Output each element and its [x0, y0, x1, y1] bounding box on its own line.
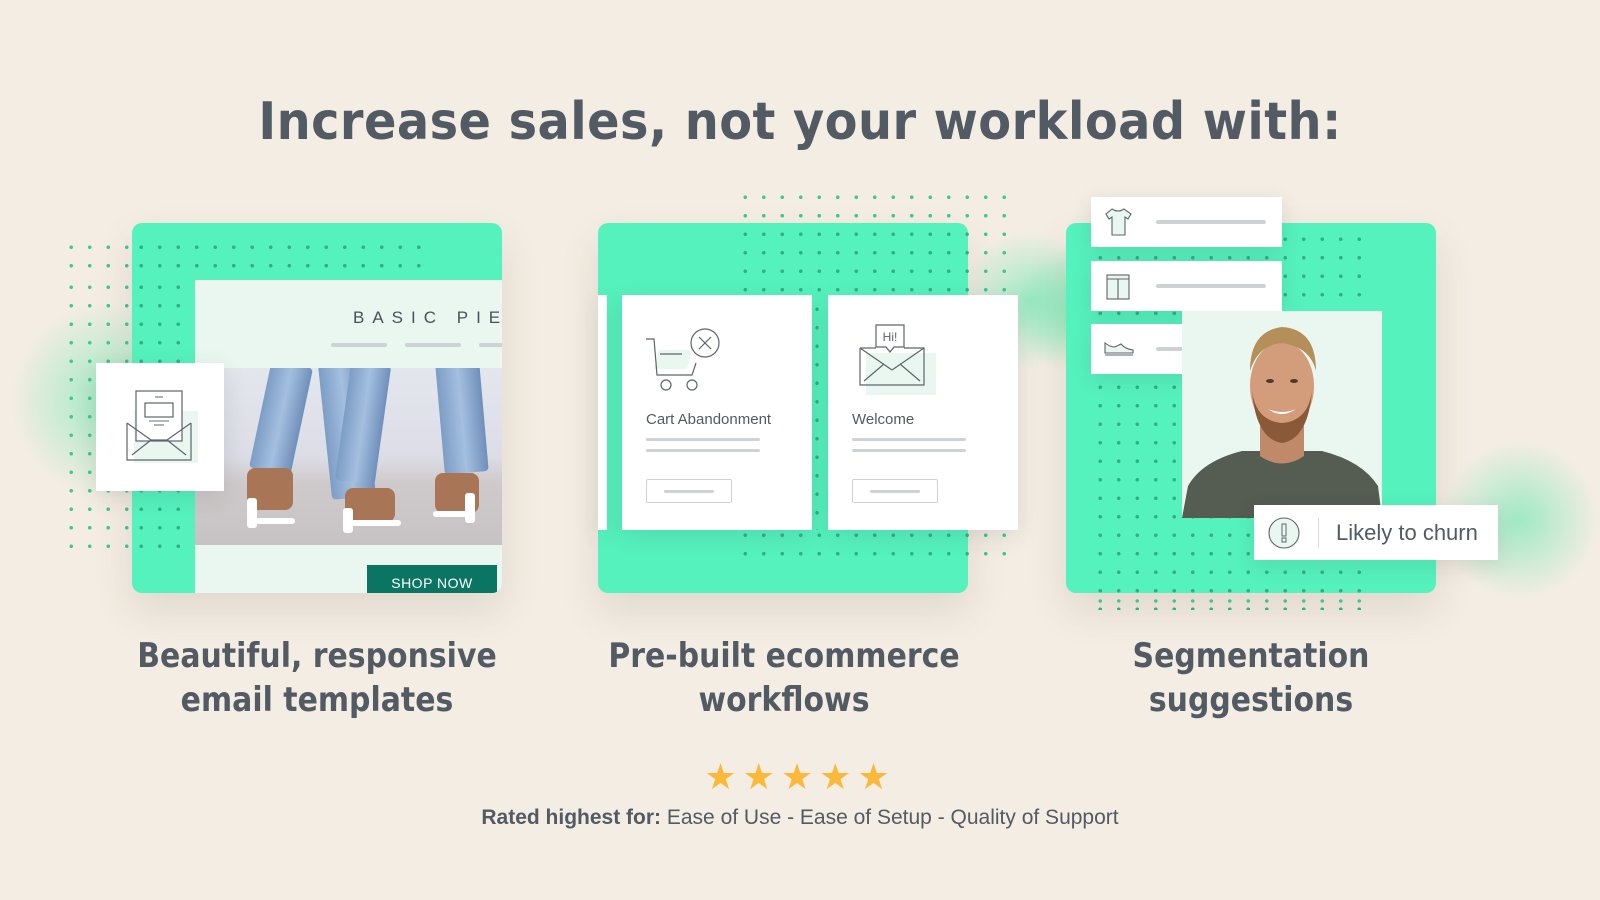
hi-bubble-text: Hi!: [883, 330, 898, 344]
shorts-icon: [1106, 274, 1130, 300]
nav-placeholder-line: [479, 343, 502, 347]
rating-summary: Rated highest for: Ease of Use - Ease of…: [0, 806, 1600, 830]
dot-pattern: [736, 225, 968, 300]
feature-label-workflows: Pre-built ecommerce workflows: [574, 634, 994, 722]
smiling-man-photo: [1182, 327, 1382, 518]
placeholder-line: [1156, 284, 1266, 288]
placeholder-line: [646, 438, 760, 441]
dot-pattern: [736, 526, 968, 566]
nav-placeholder-line: [331, 343, 387, 347]
feature-label-segmentation: Segmentation suggestions: [1041, 634, 1461, 722]
feature-label-line: suggestions: [1148, 680, 1354, 720]
workflow-button-placeholder: [852, 479, 938, 503]
workflow-card-cart-abandonment: Cart Abandonment: [622, 295, 812, 530]
rating-prefix: Rated highest for:: [481, 806, 662, 829]
sneaker-icon: [1104, 341, 1134, 356]
envelope-hi-icon: Hi!: [859, 324, 936, 395]
envelope-card: [96, 363, 224, 491]
workflow-card-welcome: Hi! Welcome: [828, 295, 1018, 530]
workflow-button-placeholder: [646, 479, 732, 503]
divider: [1318, 518, 1319, 548]
feature-label-line: workflows: [698, 680, 870, 720]
segment-row-shorts: [1091, 261, 1282, 311]
tshirt-icon: [1105, 208, 1132, 236]
alert-circle-icon: [1268, 517, 1300, 549]
feature-label-line: email templates: [180, 680, 454, 720]
page-headline: Increase sales, not your workload with:: [258, 92, 1342, 152]
cart-remove-icon: [646, 328, 720, 391]
workflow-title: Cart Abandonment: [646, 411, 772, 428]
product-photo-jeans-heels: [195, 368, 502, 545]
open-envelope-icon: [126, 390, 198, 463]
workflow-card-partial: [598, 295, 607, 530]
placeholder-line: [646, 449, 760, 452]
rating-items: Ease of Use - Ease of Setup - Quality of…: [666, 806, 1119, 829]
brand-logo-text: BASIC PIEC: [353, 308, 502, 327]
email-template-preview: BASIC PIEC SHOP NOW: [195, 280, 502, 593]
nav-placeholder-line: [405, 343, 461, 347]
churn-label: Likely to churn: [1336, 520, 1478, 545]
customer-portrait: [1182, 311, 1382, 518]
workflow-title: Welcome: [852, 411, 915, 428]
segment-row-tshirt: [1091, 197, 1282, 247]
feature-label-line: Beautiful, responsive: [137, 636, 497, 676]
placeholder-line: [852, 438, 966, 441]
shop-now-button: SHOP NOW: [367, 565, 497, 593]
churn-badge: Likely to churn: [1254, 505, 1498, 560]
feature-label-line: Segmentation: [1132, 636, 1370, 676]
placeholder-line: [852, 449, 966, 452]
feature-label-email-templates: Beautiful, responsive email templates: [107, 634, 527, 722]
dot-pattern: [132, 238, 422, 278]
placeholder-line: [1156, 220, 1266, 224]
feature-label-line: Pre-built ecommerce: [608, 636, 960, 676]
star-rating: ★★★★★: [704, 756, 896, 797]
dot-pattern: [1091, 592, 1361, 610]
